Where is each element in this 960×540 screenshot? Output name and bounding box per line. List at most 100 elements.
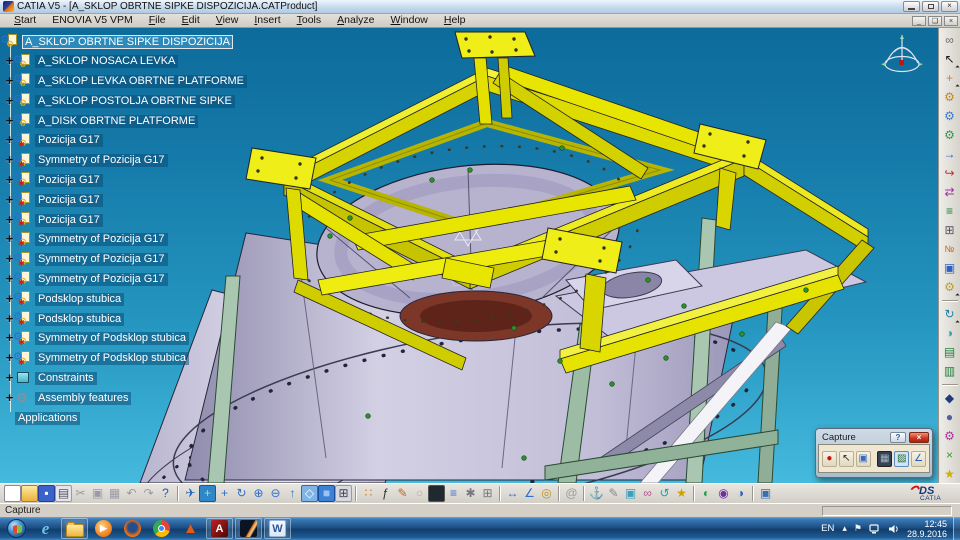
tree-item[interactable]: + ⚙ ⚙ ✱ Symmetry of Podsklop stubica [2,349,302,369]
measure-item-icon[interactable]: ∠ [521,485,538,502]
tree-item[interactable]: + ⚙ ⚙ A_DISK OBRTNE PLATFORME [2,111,302,131]
new-document-icon[interactable] [4,485,21,502]
fix-anchor-icon[interactable]: ⚓ [588,485,605,502]
restore-button[interactable] [922,1,939,12]
structure-columns-icon[interactable]: ⊞ [479,485,496,502]
tree-item[interactable]: + ⚙ ⚙ ✱ Symmetry of Podsklop stubica [2,329,302,349]
paint-apply-icon[interactable]: ◐ [698,485,715,502]
mdi-minimize-button[interactable]: _ [912,15,926,26]
clock[interactable]: 12:45 28.9.2016 [907,519,947,539]
fly-through-icon[interactable]: ∞ [941,32,958,49]
whats-this-icon[interactable]: ? [157,485,174,502]
start-button[interactable] [3,518,30,539]
select-arrow-icon[interactable]: ↖ [941,51,960,70]
zoom-out-icon[interactable]: ⊖ [267,485,284,502]
new-product-icon[interactable]: ⚙ [941,108,958,125]
new-component-icon[interactable]: ⚙ [941,89,958,106]
word-icon[interactable]: W [264,518,291,539]
compass-3d[interactable] [876,30,928,82]
menu-window[interactable]: Window [383,14,436,27]
minimize-button[interactable] [903,1,920,12]
multi-instantiation-icon[interactable]: ⚙ [941,279,960,298]
formula-icon[interactable]: ƒ [377,485,394,502]
graph-tree-reordering-icon[interactable]: ⊞ [941,222,958,239]
measure-inertia-icon[interactable]: ◎ [538,485,555,502]
annotation-icon[interactable]: ✎ [394,485,411,502]
tree-item[interactable]: + ⚙ ⚙ ✱ Pozicija G17 [2,210,302,230]
sketch-tools-icon[interactable]: ✎ [605,485,622,502]
bom-icon[interactable]: ≡ [941,203,958,220]
manipulation-icon[interactable]: ◆ [941,390,958,407]
catalog-icon[interactable]: @ [563,485,580,502]
save-icon[interactable]: ▪ [38,485,55,502]
tree-item[interactable]: + ⚙ ⚙ ✱ Podsklop stubica [2,289,302,309]
menu-enovia-v5-vpm[interactable]: ENOVIA V5 VPM [44,14,141,27]
media-player-icon[interactable]: ▶ [90,518,117,539]
pan-icon[interactable]: + [216,485,233,502]
tree-item[interactable]: Applications [2,408,302,428]
bom-clipboard-icon[interactable]: ▤ [941,344,958,361]
network-icon[interactable] [869,523,881,534]
close-button[interactable]: × [941,1,958,12]
menu-analyze[interactable]: Analyze [329,14,382,27]
menu-view[interactable]: View [208,14,247,27]
tree-item[interactable]: + ⚙ ⚙ ✱ Pozicija G17 [2,171,302,191]
tree-expander-icon[interactable]: + [4,391,15,404]
capture-dialog[interactable]: Capture ? × ● ↖ ▣ ▦ ▨ ∠ [815,428,933,478]
fit-all-in-icon[interactable]: + [199,485,216,502]
show-desktop-button[interactable] [953,517,960,540]
mdi-close-button[interactable]: × [944,15,958,26]
title-bar[interactable]: CATIA V5 - [A_SKLOP OBRTNE SIPKE DISPOZI… [0,0,960,14]
menu-file[interactable]: File [141,14,174,27]
capture-close-button[interactable]: × [909,431,929,443]
menu-edit[interactable]: Edit [174,14,208,27]
tree-expander-icon[interactable]: + [4,371,15,384]
cut-icon[interactable]: ✂ [72,485,89,502]
tree-item[interactable]: + ⚙ ⚙ ✱ Symmetry of Pozicija G17 [2,230,302,250]
rotate-icon[interactable]: ↻ [233,485,250,502]
tree-item[interactable]: + ⚙ ⚙ A_SKLOP LEVKA OBRTNE PLATFORME [2,72,302,92]
explode-icon[interactable]: × [941,447,958,464]
constraints-filter-icon[interactable]: ✱ [462,485,479,502]
chrome-icon[interactable] [148,518,175,539]
picture-frame-icon[interactable]: ▣ [622,485,639,502]
normal-view-icon[interactable]: ↑ [284,485,301,502]
fly-icon[interactable]: ✈ [182,485,199,502]
star-feature-icon[interactable]: ★ [673,485,690,502]
iso-view-icon[interactable]: ◇ [301,485,318,502]
product-graph-icon[interactable]: ≡ [445,485,462,502]
viewport-3d[interactable]: ⚙ ⚙ A_SKLOP OBRTNE SIPKE DISPOZICIJA + ⚙ ⚙ A_S… [0,28,960,483]
existing-component-icon[interactable]: → [941,146,958,163]
mdi-restore-button[interactable]: ❏ [928,15,942,26]
replace-component-icon[interactable]: ⇄ [941,184,958,201]
tree-item[interactable]: + ⚙ ⚙ ✱ Symmetry of Pozicija G17 [2,151,302,171]
manage-representations-icon[interactable]: ▣ [941,260,958,277]
smart-move-icon[interactable]: ◑ [941,325,958,342]
compass-manipulation-icon[interactable]: + [941,70,960,89]
shaded-view-icon[interactable]: ■ [318,485,335,502]
options-button[interactable]: ▣ [855,450,871,467]
menu-help[interactable]: Help [436,14,474,27]
action-center-flag-icon[interactable]: ⚑ [854,523,862,534]
existing-component-positioned-icon[interactable]: ↪ [941,165,958,182]
record-button[interactable]: ● [822,450,837,467]
link-icon[interactable]: ∞ [639,485,656,502]
print-icon[interactable]: ▤ [55,485,72,502]
grid-icon[interactable]: ∷ [360,485,377,502]
photo-viewer-icon[interactable] [235,518,262,539]
assembly-features-icon[interactable]: ⚙ [941,428,958,445]
internet-explorer-icon[interactable]: e [32,518,59,539]
paste-icon[interactable]: ▦ [106,485,123,502]
multi-view-icon[interactable]: ⊞ [335,485,352,502]
tree-item[interactable]: + ⚙ Assembly features [2,388,302,408]
tree-item[interactable]: + Constraints [2,369,302,389]
menu-start[interactable]: Start [6,14,44,27]
axis-capture-button[interactable]: ∠ [911,450,927,467]
language-indicator[interactable]: EN [821,523,834,534]
volume-icon[interactable] [888,524,900,534]
bom-recursive-icon[interactable]: ▥ [941,363,958,380]
palette-icon[interactable]: ◑ [732,485,749,502]
menu-tools[interactable]: Tools [289,14,330,27]
paint-globe-icon[interactable]: ◉ [715,485,732,502]
tree-item[interactable]: + ⚙ ⚙ A_SKLOP POSTOLJA OBRTNE SIPKE [2,91,302,111]
